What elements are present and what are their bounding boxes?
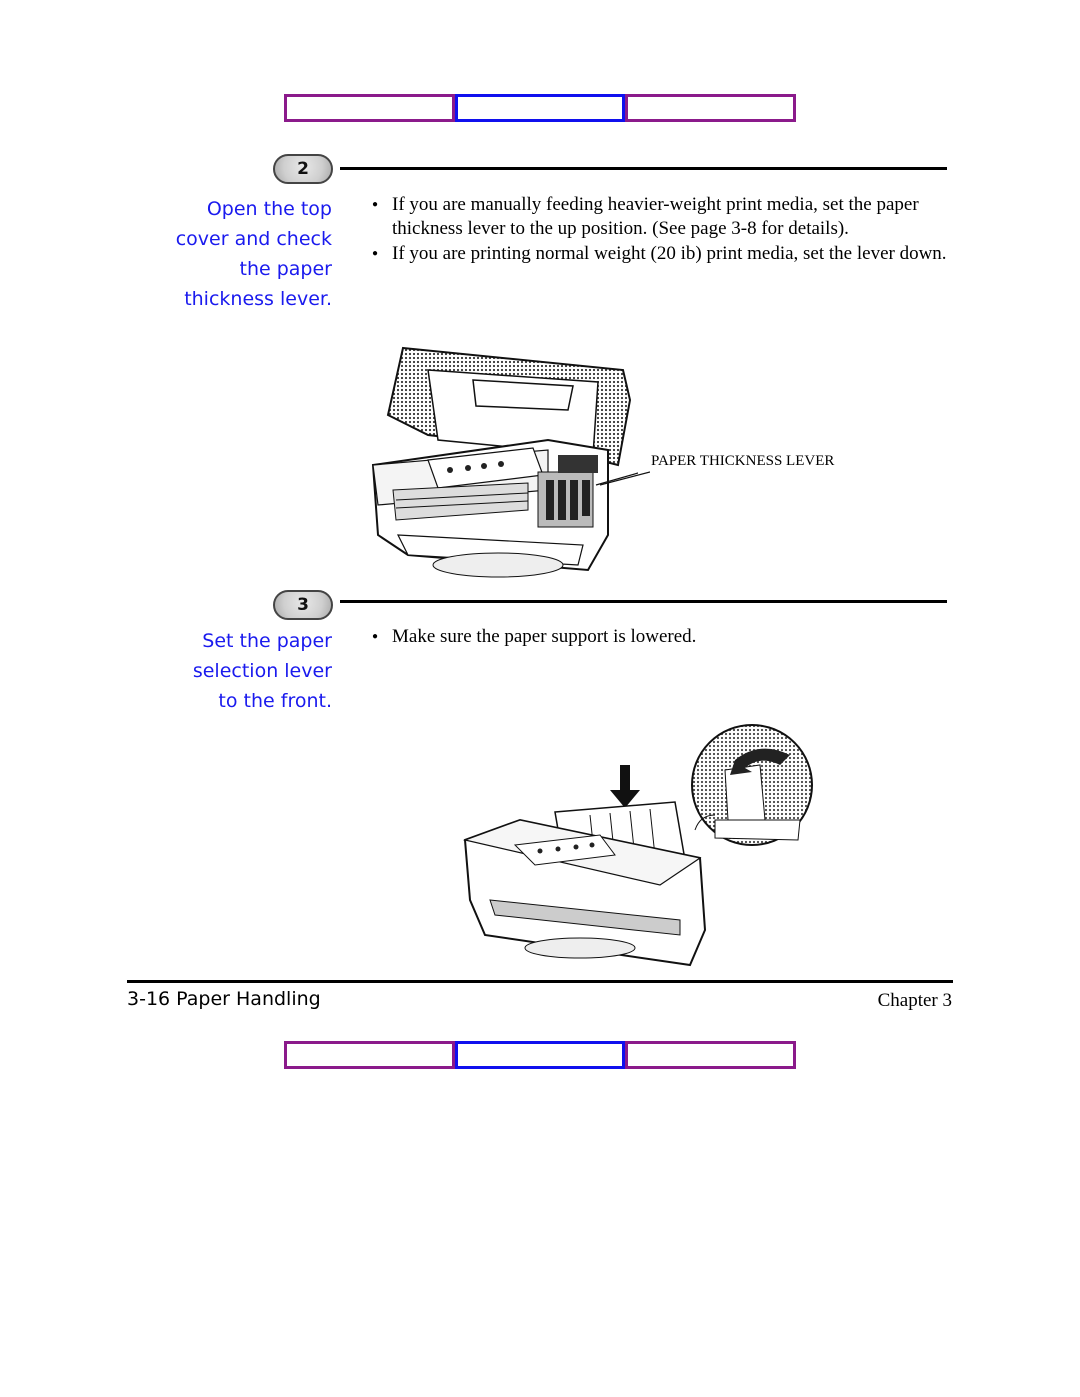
- bullet-item: If you are printing normal weight (20 ib…: [370, 242, 960, 266]
- bottom-navigation-bar: [284, 1041, 797, 1069]
- footer-page-label: 3-16 Paper Handling: [127, 988, 321, 1010]
- step-title-line: selection lever: [192, 660, 332, 682]
- printer-open-cover-illustration: [371, 346, 638, 578]
- step-2-title: Open the top cover and check the paper t…: [176, 194, 332, 314]
- top-navigation-bar: [284, 94, 797, 122]
- step-title-line: Open the top: [206, 198, 332, 220]
- step-3-title: Set the paper selection lever to the fro…: [193, 626, 332, 716]
- nav-previous-button[interactable]: [284, 1041, 455, 1069]
- nav-next-button[interactable]: [625, 94, 797, 122]
- bullet-item: Make sure the paper support is lowered.: [370, 625, 960, 649]
- step-title-line: thickness lever.: [184, 288, 332, 310]
- nav-contents-button[interactable]: [454, 94, 626, 122]
- step-number: 3: [297, 595, 309, 615]
- nav-next-button[interactable]: [625, 1041, 797, 1069]
- callout-leader-line: [600, 471, 650, 486]
- footer-chapter-label: Chapter 3: [877, 990, 952, 1011]
- bullet-item: If you are manually feeding heavier-weig…: [370, 193, 960, 241]
- printer-paper-support-illustration: [462, 724, 813, 967]
- footer-divider: [127, 980, 953, 983]
- paper-thickness-lever-label: PAPER THICKNESS LEVER: [651, 453, 835, 469]
- nav-contents-button[interactable]: [454, 1041, 626, 1069]
- step-title-line: the paper: [239, 258, 333, 280]
- step-number: 2: [297, 159, 309, 179]
- step-3-divider: [340, 600, 947, 603]
- nav-previous-button[interactable]: [284, 94, 455, 122]
- step-3-bullet-list: Make sure the paper support is lowered.: [370, 625, 960, 650]
- step-title-line: Set the paper: [202, 630, 332, 652]
- step-2-badge: 2: [273, 154, 333, 184]
- step-title-line: cover and check: [175, 228, 332, 250]
- step-title-line: to the front.: [218, 690, 332, 712]
- step-2-divider: [340, 167, 947, 170]
- step-3-badge: 3: [273, 590, 333, 620]
- step-2-bullet-list: If you are manually feeding heavier-weig…: [370, 193, 960, 267]
